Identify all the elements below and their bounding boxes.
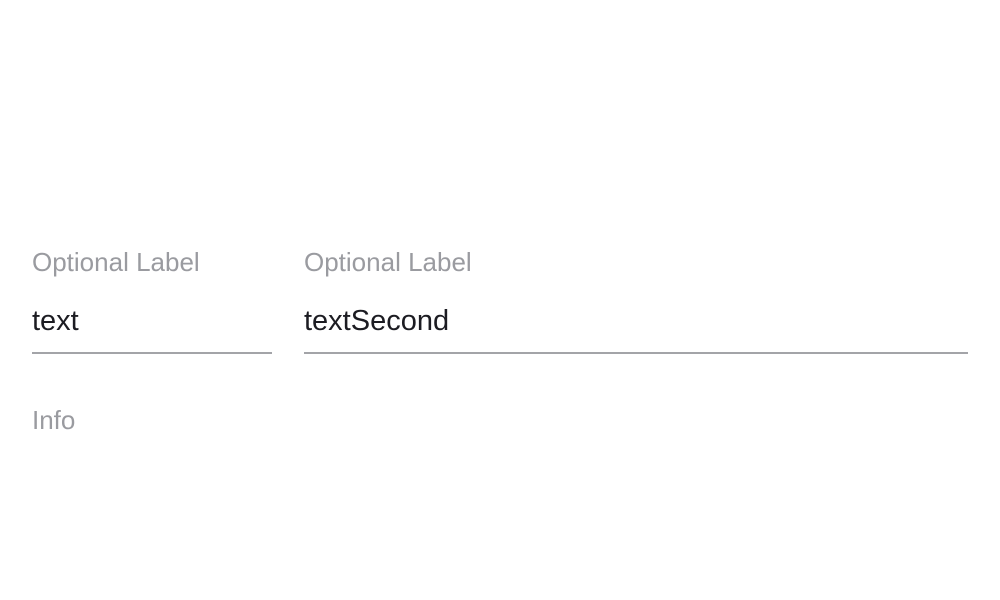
first-field: Optional Label (32, 246, 272, 354)
second-field-label: Optional Label (304, 247, 472, 277)
first-field-input[interactable] (32, 304, 272, 354)
info-text: Info (32, 405, 76, 435)
first-field-label: Optional Label (32, 247, 200, 277)
fields-row: Optional Label Optional Label (32, 246, 968, 354)
text-field-group: Optional Label Optional Label Info (32, 246, 968, 436)
page: Optional Label Optional Label Info (0, 0, 1000, 600)
second-field-input[interactable] (304, 304, 968, 354)
second-field: Optional Label (304, 246, 968, 354)
